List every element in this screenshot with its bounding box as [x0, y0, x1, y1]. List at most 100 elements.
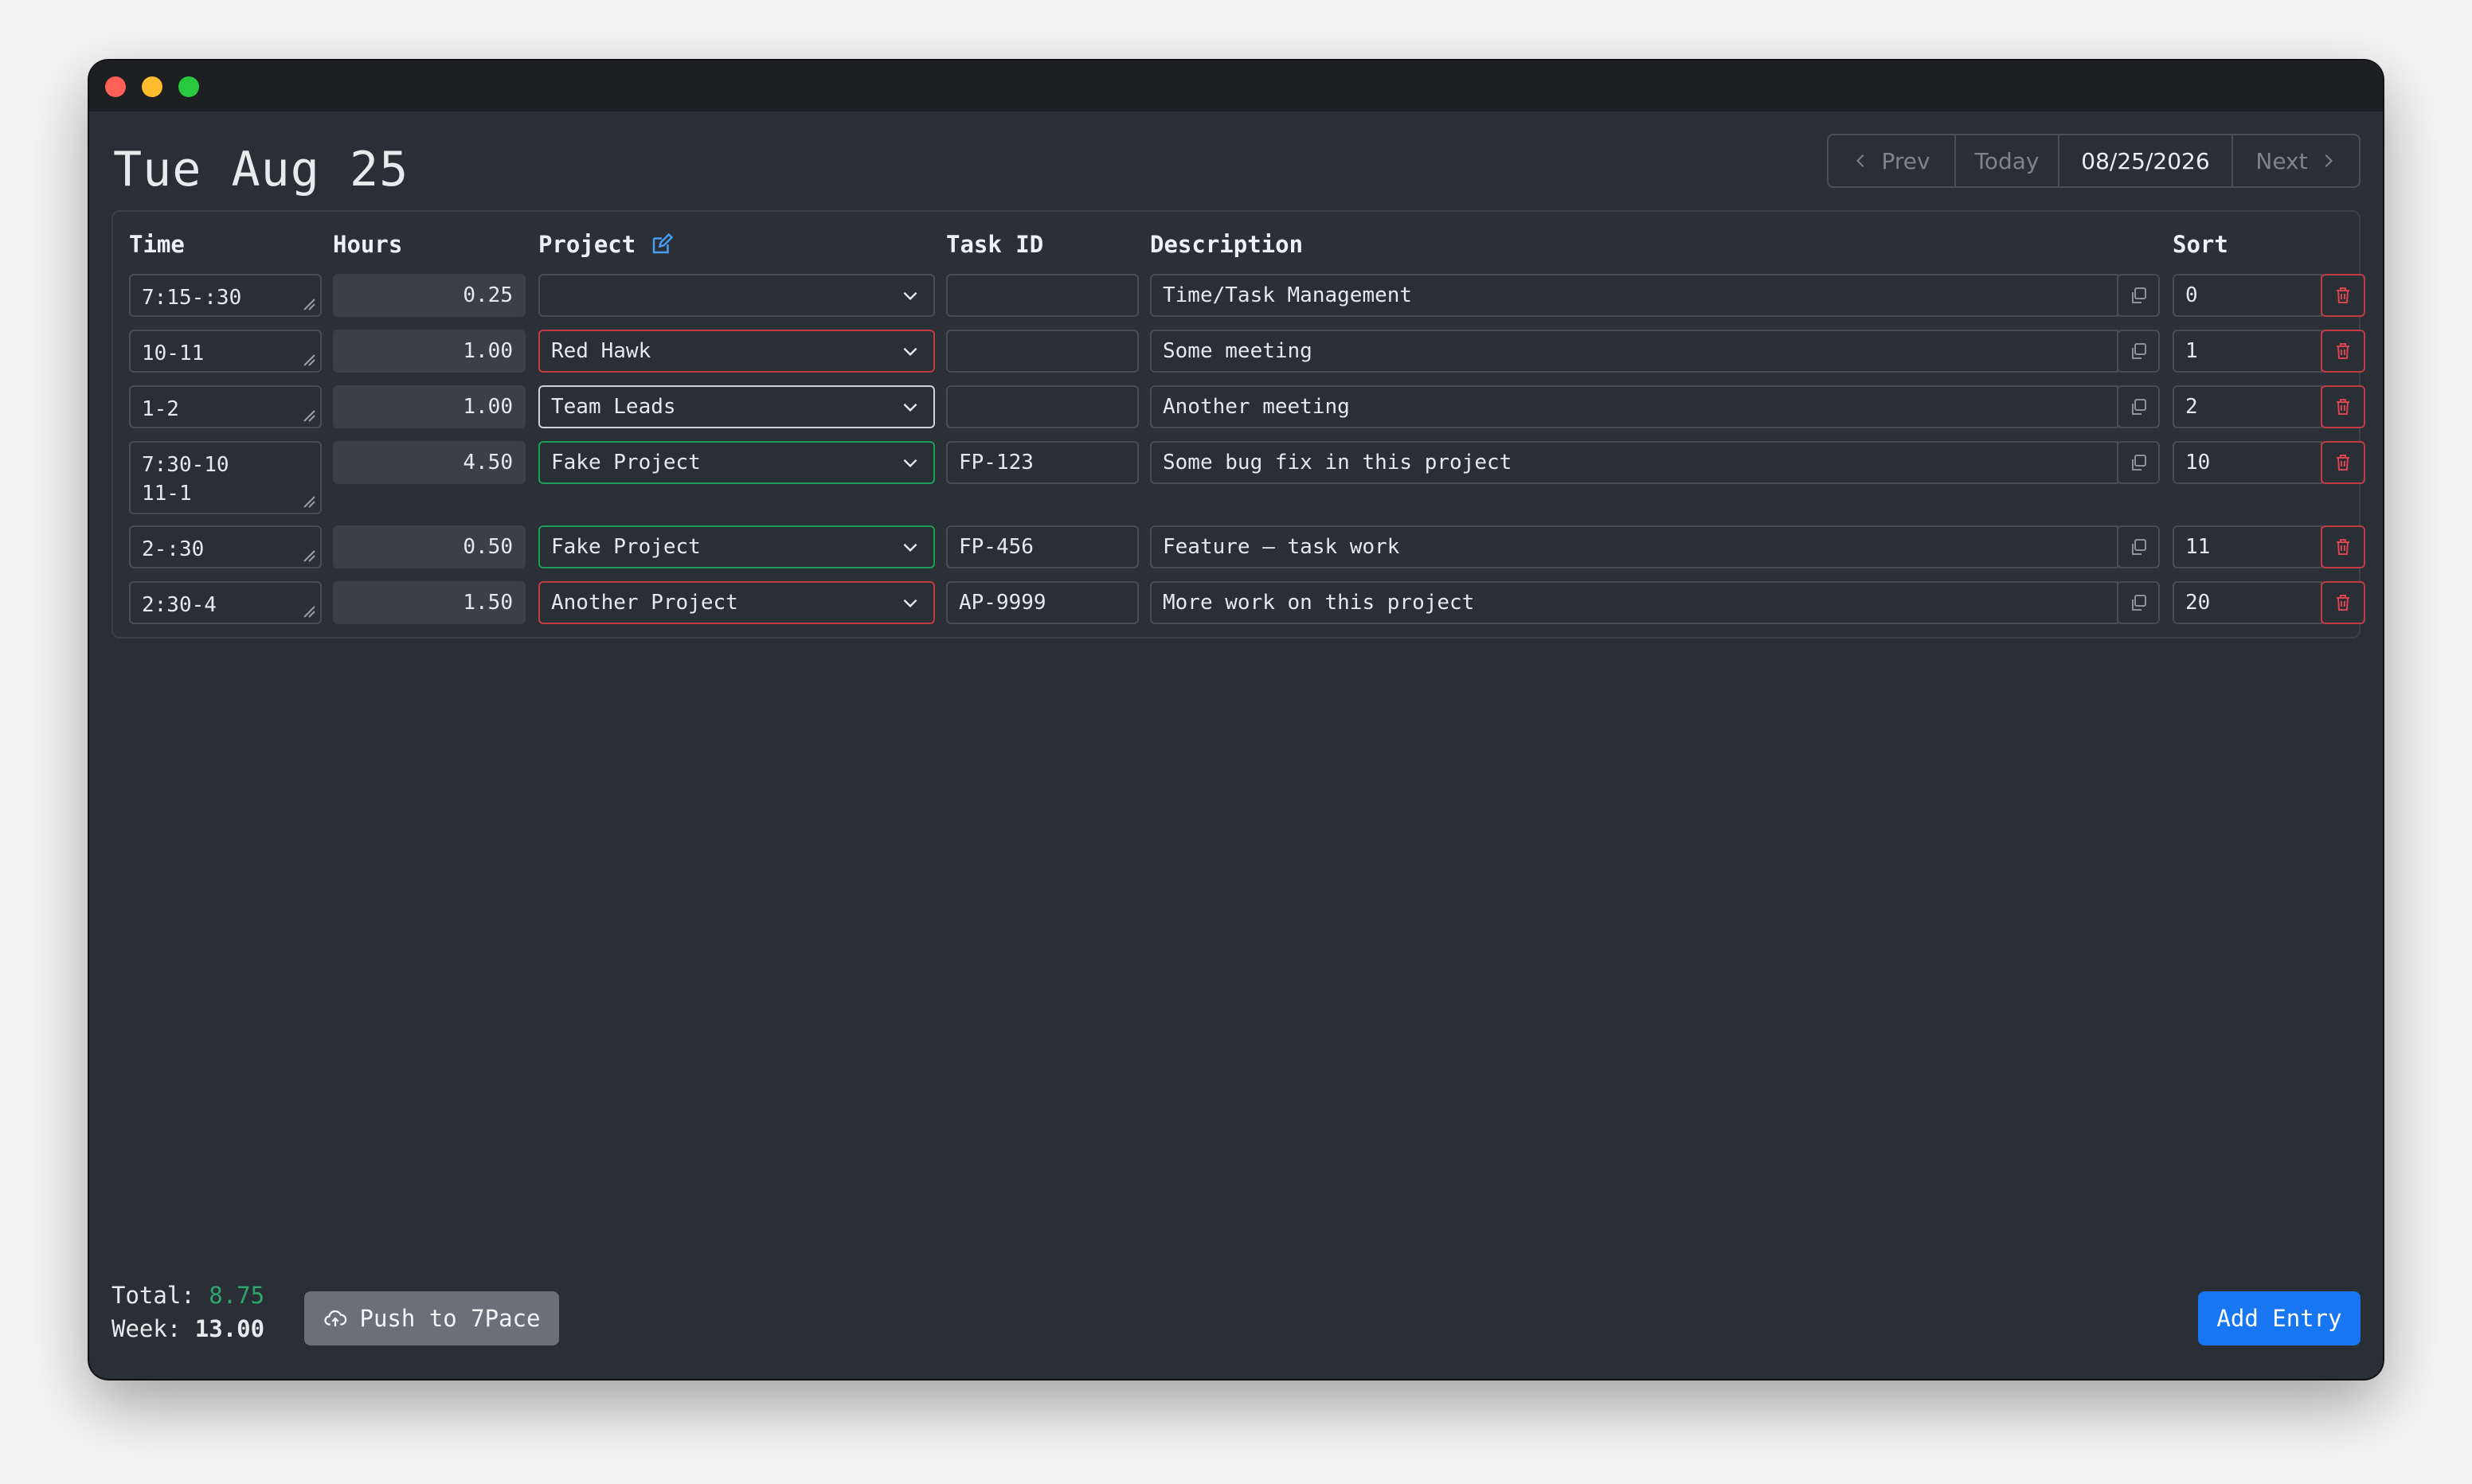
copy-icon	[2132, 287, 2146, 303]
description-value: More work on this project	[1163, 591, 1475, 615]
description-input[interactable]: Another meeting	[1150, 385, 2118, 428]
copy-button[interactable]	[2117, 330, 2160, 373]
delete-entry-button[interactable]	[2321, 274, 2365, 317]
chevron-down-icon	[903, 403, 917, 412]
date-navigation: Prev Today 08/25/2026 Next	[1827, 134, 2361, 188]
time-value: 10-11	[142, 342, 205, 365]
description-input[interactable]: Time/Task Management	[1150, 274, 2118, 317]
task-id-input[interactable]: FP-456	[946, 525, 1139, 568]
push-to-7pace-button[interactable]: Push to 7Pace	[304, 1291, 559, 1345]
time-input[interactable]: 2-:30	[129, 525, 322, 568]
date-input[interactable]: 08/25/2026	[2059, 135, 2233, 186]
copy-button[interactable]	[2117, 581, 2160, 624]
hours-field: 0.25	[333, 274, 526, 317]
description-input[interactable]: Some bug fix in this project	[1150, 441, 2118, 484]
date-value: 08/25/2026	[2081, 147, 2210, 174]
time-input[interactable]: 2:30-4	[129, 581, 322, 624]
project-select[interactable]: Team Leads	[538, 385, 935, 428]
project-select[interactable]: Another Project	[538, 581, 935, 624]
copy-button[interactable]	[2117, 274, 2160, 317]
time-input[interactable]: 7:30-10 11-1	[129, 441, 322, 514]
time-input[interactable]: 10-11	[129, 330, 322, 373]
time-input[interactable]: 1-2	[129, 385, 322, 428]
sort-input[interactable]: 10	[2173, 441, 2322, 484]
resize-handle-icon[interactable]	[301, 548, 315, 562]
resize-handle-icon[interactable]	[301, 494, 315, 508]
time-value: 7:30-10 11-1	[142, 453, 229, 506]
sort-value: 10	[2185, 451, 2211, 474]
sort-input[interactable]: 2	[2173, 385, 2322, 428]
delete-entry-button[interactable]	[2321, 525, 2365, 568]
today-label: Today	[1974, 147, 2040, 174]
resize-handle-icon[interactable]	[301, 408, 315, 422]
hours-field: 1.00	[333, 330, 526, 373]
trash-icon	[2337, 399, 2349, 415]
time-value: 2-:30	[142, 537, 205, 561]
edit-icon[interactable]	[650, 232, 674, 256]
totals-summary: Total: 8.75 Week: 13.00	[111, 1279, 264, 1345]
sort-value: 1	[2185, 339, 2198, 363]
description-input[interactable]: Some meeting	[1150, 330, 2118, 373]
total-value: 8.75	[209, 1282, 265, 1309]
time-input[interactable]: 7:15-:30	[129, 274, 322, 317]
hours-value: 1.50	[463, 591, 513, 615]
column-header-sort: Sort	[2173, 231, 2228, 258]
sort-value: 0	[2185, 283, 2198, 307]
task-id-value: FP-456	[959, 535, 1034, 559]
hours-value: 1.00	[463, 395, 513, 419]
project-value: Red Hawk	[551, 339, 651, 363]
project-select[interactable]: Red Hawk	[538, 330, 935, 373]
task-id-value: FP-123	[959, 451, 1034, 474]
copy-icon	[2132, 399, 2146, 415]
column-header-description: Description	[1150, 231, 1304, 258]
prev-label: Prev	[1881, 147, 1930, 174]
zoom-window-button[interactable]	[178, 76, 199, 97]
resize-handle-icon[interactable]	[301, 296, 315, 310]
next-day-button[interactable]: Next	[2233, 135, 2359, 186]
trash-icon	[2337, 539, 2349, 555]
task-id-input[interactable]: AP-9999	[946, 581, 1139, 624]
copy-button[interactable]	[2117, 385, 2160, 428]
sort-input[interactable]: 1	[2173, 330, 2322, 373]
copy-button[interactable]	[2117, 441, 2160, 484]
task-id-input[interactable]: FP-123	[946, 441, 1139, 484]
minimize-window-button[interactable]	[142, 76, 162, 97]
project-value: Team Leads	[551, 395, 676, 419]
time-value: 1-2	[142, 397, 179, 421]
resize-handle-icon[interactable]	[301, 352, 315, 366]
delete-entry-button[interactable]	[2321, 441, 2365, 484]
description-input[interactable]: Feature – task work	[1150, 525, 2118, 568]
copy-icon	[2132, 343, 2146, 359]
project-select[interactable]: Fake Project	[538, 441, 935, 484]
chevron-down-icon	[903, 543, 917, 553]
resize-handle-icon[interactable]	[301, 603, 315, 618]
sort-input[interactable]: 20	[2173, 581, 2322, 624]
sort-value: 11	[2185, 535, 2211, 559]
delete-entry-button[interactable]	[2321, 581, 2365, 624]
project-value: Fake Project	[551, 535, 701, 559]
description-value: Feature – task work	[1163, 535, 1400, 559]
project-select[interactable]	[538, 274, 935, 317]
task-id-input[interactable]	[946, 274, 1139, 317]
next-label: Next	[2255, 147, 2308, 174]
hours-field: 0.50	[333, 525, 526, 568]
close-window-button[interactable]	[105, 76, 126, 97]
column-header-task-id: Task ID	[946, 231, 1044, 258]
total-label: Total:	[111, 1282, 195, 1309]
add-entry-label: Add Entry	[2216, 1305, 2342, 1332]
project-select[interactable]: Fake Project	[538, 525, 935, 568]
description-value: Some bug fix in this project	[1163, 451, 1512, 474]
sort-input[interactable]: 11	[2173, 525, 2322, 568]
add-entry-button[interactable]: Add Entry	[2198, 1291, 2361, 1345]
description-input[interactable]: More work on this project	[1150, 581, 2118, 624]
prev-day-button[interactable]: Prev	[1829, 135, 1956, 186]
delete-entry-button[interactable]	[2321, 330, 2365, 373]
title-bar	[89, 61, 2383, 111]
today-button[interactable]: Today	[1956, 135, 2059, 186]
copy-button[interactable]	[2117, 525, 2160, 568]
sort-input[interactable]: 0	[2173, 274, 2322, 317]
task-id-input[interactable]	[946, 385, 1139, 428]
task-id-input[interactable]	[946, 330, 1139, 373]
trash-icon	[2337, 287, 2349, 303]
delete-entry-button[interactable]	[2321, 385, 2365, 428]
